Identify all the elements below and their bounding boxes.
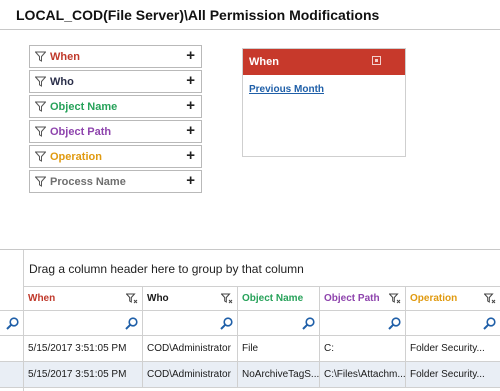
filter-item-operation[interactable]: Operation + — [29, 145, 202, 168]
grid-header-row: When Who Object Name Object Path Operati… — [0, 287, 500, 311]
filter-item-object-name[interactable]: Object Name + — [29, 95, 202, 118]
table-cell: Folder Security... — [410, 343, 485, 354]
search-icon[interactable] — [388, 317, 401, 330]
filter-icon — [35, 176, 46, 187]
add-icon[interactable]: + — [186, 48, 195, 64]
search-cell-object-name[interactable] — [238, 311, 320, 335]
column-header-object-path[interactable]: Object Path — [320, 287, 406, 310]
column-header-label: Object Name — [242, 293, 304, 304]
add-icon[interactable]: + — [186, 148, 195, 164]
table-cell: COD\Administrator — [143, 336, 238, 361]
table-cell: Folder Security... — [410, 369, 485, 380]
add-icon[interactable]: + — [186, 98, 195, 114]
filter-item-object-path[interactable]: Object Path + — [29, 120, 202, 143]
table-cell: C: — [320, 336, 406, 361]
add-icon[interactable]: + — [186, 173, 195, 189]
search-cell-operation[interactable] — [406, 311, 500, 335]
results-grid: Drag a column header here to group by th… — [0, 249, 500, 391]
search-icon[interactable] — [125, 317, 138, 330]
column-header-object-name[interactable]: Object Name — [238, 287, 320, 310]
column-header-label: Object Path — [324, 293, 380, 304]
header-gutter-cell — [0, 287, 24, 310]
search-icon[interactable] — [220, 317, 233, 330]
table-cell: File — [238, 336, 320, 361]
search-icon[interactable] — [483, 317, 496, 330]
table-cell: NoArchiveTagS... — [238, 362, 320, 387]
when-panel-title: When — [249, 56, 279, 68]
search-cell-when[interactable] — [24, 311, 143, 335]
filter-icon — [35, 51, 46, 62]
page-title: LOCAL_COD(File Server)\All Permission Mo… — [16, 7, 380, 23]
remove-icon[interactable] — [372, 56, 381, 65]
search-gutter-cell — [0, 311, 24, 335]
filter-item-who[interactable]: Who + — [29, 70, 202, 93]
filter-icon — [35, 101, 46, 112]
filter-label: When — [50, 51, 80, 63]
group-by-panel[interactable]: Drag a column header here to group by th… — [24, 250, 500, 287]
filter-label: Who — [50, 76, 74, 88]
table-cell: C:\Files\Attachm... — [320, 362, 406, 387]
filter-icon — [35, 126, 46, 137]
column-filter-icon[interactable] — [126, 293, 138, 305]
filter-icon — [35, 151, 46, 162]
table-cell: 5/15/2017 3:51:05 PM — [24, 362, 143, 387]
grid-search-row — [0, 311, 500, 336]
when-panel-header: When — [243, 49, 405, 75]
search-icon[interactable] — [302, 317, 315, 330]
previous-month-link[interactable]: Previous Month — [249, 84, 324, 95]
column-header-when[interactable]: When — [24, 287, 143, 310]
search-cell-object-path[interactable] — [320, 311, 406, 335]
filter-label: Operation — [50, 151, 102, 163]
add-icon[interactable]: + — [186, 123, 195, 139]
table-row[interactable]: 5/15/2017 3:51:05 PM COD\Administrator F… — [0, 336, 500, 362]
column-header-label: When — [28, 293, 56, 304]
column-header-label: Who — [147, 293, 169, 304]
filter-item-process-name[interactable]: Process Name + — [29, 170, 202, 193]
filter-label: Object Path — [50, 126, 112, 138]
row-gutter-cell — [0, 336, 24, 361]
column-header-operation[interactable]: Operation — [406, 287, 500, 310]
column-filter-icon[interactable] — [221, 293, 233, 305]
row-gutter-cell — [0, 362, 24, 387]
column-header-label: Operation — [410, 293, 458, 304]
when-panel: When Previous Month — [242, 48, 406, 157]
title-bar: LOCAL_COD(File Server)\All Permission Mo… — [0, 0, 500, 30]
filter-icon — [35, 76, 46, 87]
filter-label: Object Name — [50, 101, 118, 113]
filter-label: Process Name — [50, 176, 126, 188]
group-by-hint: Drag a column header here to group by th… — [29, 262, 304, 276]
column-filter-icon[interactable] — [484, 293, 496, 305]
column-filter-icon[interactable] — [389, 293, 401, 305]
search-icon[interactable] — [6, 317, 19, 330]
filter-item-when[interactable]: When + — [29, 45, 202, 68]
table-cell: COD\Administrator — [143, 362, 238, 387]
table-cell: 5/15/2017 3:51:05 PM — [24, 336, 143, 361]
search-cell-who[interactable] — [143, 311, 238, 335]
column-header-who[interactable]: Who — [143, 287, 238, 310]
table-row[interactable]: 5/15/2017 3:51:05 PM COD\Administrator N… — [0, 362, 500, 388]
add-icon[interactable]: + — [186, 73, 195, 89]
filter-list: When + Who + Object Name + Object Path +… — [29, 45, 202, 195]
